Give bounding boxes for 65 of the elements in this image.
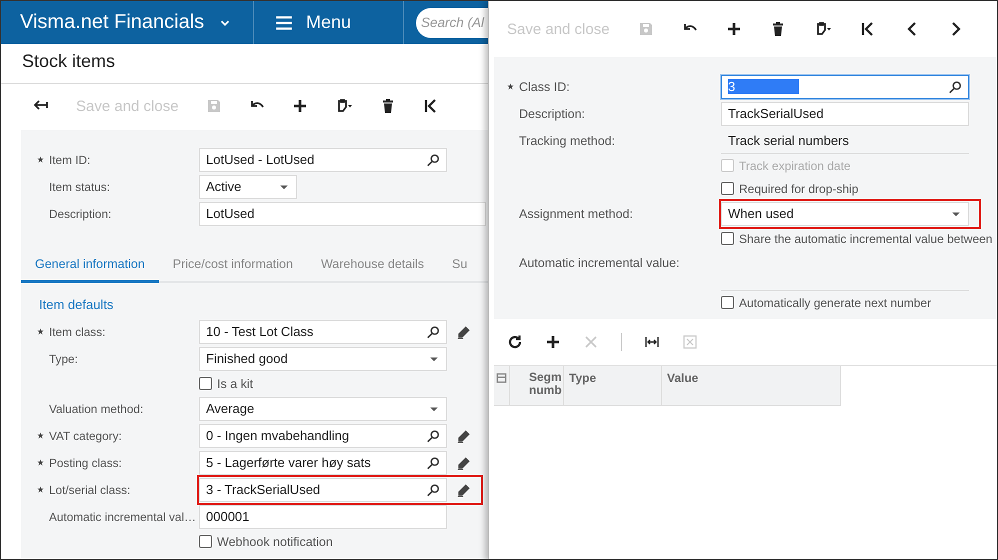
field-label: Item status: <box>49 180 110 194</box>
pencil-icon[interactable] <box>457 456 471 470</box>
add-icon[interactable] <box>545 334 561 350</box>
menu-button[interactable]: Menu <box>274 12 352 33</box>
dropdown[interactable]: Finished good <box>199 346 447 370</box>
lookup-field[interactable]: 3 - TrackSerialUsed <box>199 478 447 502</box>
checkbox[interactable] <box>199 535 212 548</box>
text-field[interactable]: TrackSerialUsed <box>721 102 969 126</box>
columns-icon[interactable] <box>496 372 507 384</box>
pencil-icon[interactable] <box>457 482 471 496</box>
search-icon[interactable] <box>948 80 962 94</box>
checkbox[interactable] <box>721 232 734 245</box>
checkbox-label: Track expiration date <box>739 158 851 172</box>
text-field[interactable]: 000001 <box>199 504 447 528</box>
field-label: Description: <box>519 106 585 120</box>
field-label: Automatic incremental value: <box>519 256 680 270</box>
lookup-field[interactable]: 5 - Lagerførte varer høy sats <box>199 450 447 474</box>
search-icon[interactable] <box>426 456 440 470</box>
fit-columns-icon[interactable] <box>644 334 660 350</box>
first-page-icon[interactable] <box>422 98 439 114</box>
search-field[interactable]: Search (Al <box>416 8 488 38</box>
refresh-icon[interactable] <box>507 334 523 350</box>
first-page-icon[interactable] <box>860 21 876 37</box>
menu-icon[interactable] <box>274 14 294 32</box>
search-icon[interactable] <box>426 482 440 496</box>
lookup-field[interactable]: LotUsed - LotUsed <box>199 148 447 172</box>
checkbox-label: Webhook notification <box>217 534 333 548</box>
checkbox[interactable] <box>721 182 734 195</box>
field-label: Lot/serial class: <box>49 482 130 496</box>
field-label: Assignment method: <box>519 206 633 220</box>
pencil-icon[interactable] <box>457 428 471 442</box>
column-header[interactable]: Value <box>667 371 698 385</box>
add-icon[interactable] <box>726 21 742 37</box>
field-label: Automatic incremental val… <box>49 510 196 524</box>
lookup-field[interactable]: 3 <box>721 74 969 98</box>
field-label: Valuation method: <box>49 402 144 416</box>
lookup-field[interactable]: 10 - Test Lot Class <box>199 320 447 344</box>
field-label: Posting class: <box>49 456 122 470</box>
section-heading: Item defaults <box>39 297 114 312</box>
field-label: Type: <box>49 352 78 366</box>
tab[interactable]: General information <box>21 249 159 283</box>
value-text: Track serial numbers <box>728 132 849 148</box>
field-label: Item ID: <box>49 152 90 166</box>
search-icon[interactable] <box>426 324 440 338</box>
field-label: Item class: <box>49 324 106 338</box>
dropdown[interactable]: When used <box>721 202 969 226</box>
checkbox-label: Share the automatic incremental value between <box>739 232 992 246</box>
field-label: VAT category: <box>49 428 122 442</box>
field-label: Tracking method: <box>519 134 616 148</box>
lookup-field[interactable]: 0 - Ingen mvabehandling <box>199 424 447 448</box>
column-header[interactable]: Type <box>569 371 596 385</box>
search-icon[interactable] <box>426 428 440 442</box>
checkbox-label: Automatically generate next number <box>739 296 932 310</box>
text-field[interactable]: LotUsed <box>199 202 486 226</box>
add-icon[interactable] <box>292 98 308 114</box>
checkbox-label: Is a kit <box>217 376 254 390</box>
pencil-icon[interactable] <box>457 324 471 338</box>
dropdown[interactable]: Average <box>199 396 447 420</box>
dropdown[interactable]: Active <box>199 174 297 198</box>
search-icon[interactable] <box>426 152 440 166</box>
checkbox[interactable] <box>199 377 212 390</box>
app-title: Visma.net Financials <box>20 11 204 34</box>
checkbox[interactable] <box>721 296 734 309</box>
field-label: Description: <box>49 206 112 220</box>
checkbox-label: Required for drop-ship <box>739 182 858 196</box>
